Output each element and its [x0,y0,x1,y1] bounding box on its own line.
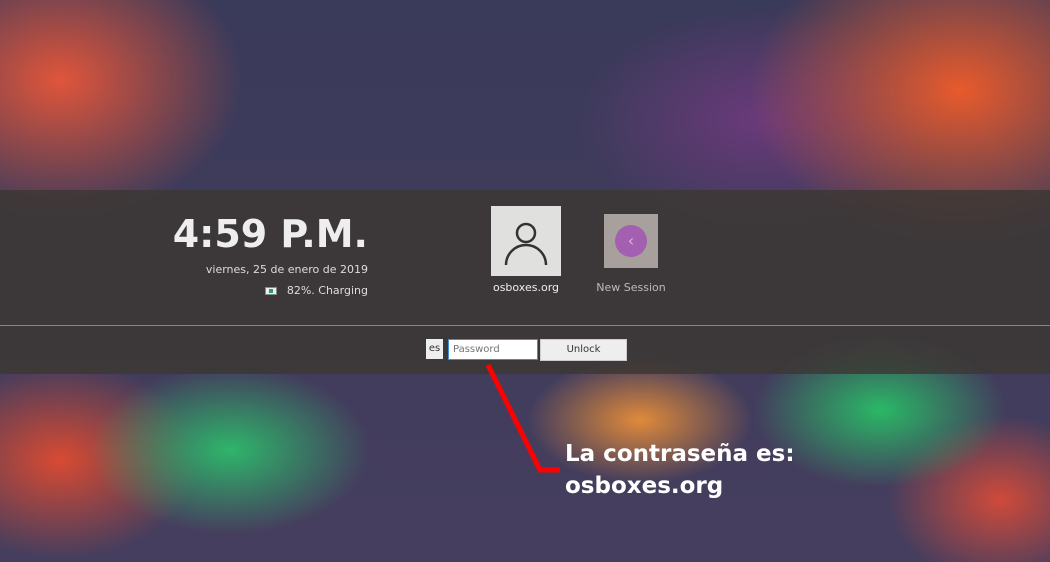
annotation-line-2: osboxes.org [565,473,724,499]
annotation-line-1: La contraseña es: [565,441,795,467]
annotation-arrow [485,363,560,473]
annotation-text: La contraseña es: osboxes.org [565,438,795,502]
